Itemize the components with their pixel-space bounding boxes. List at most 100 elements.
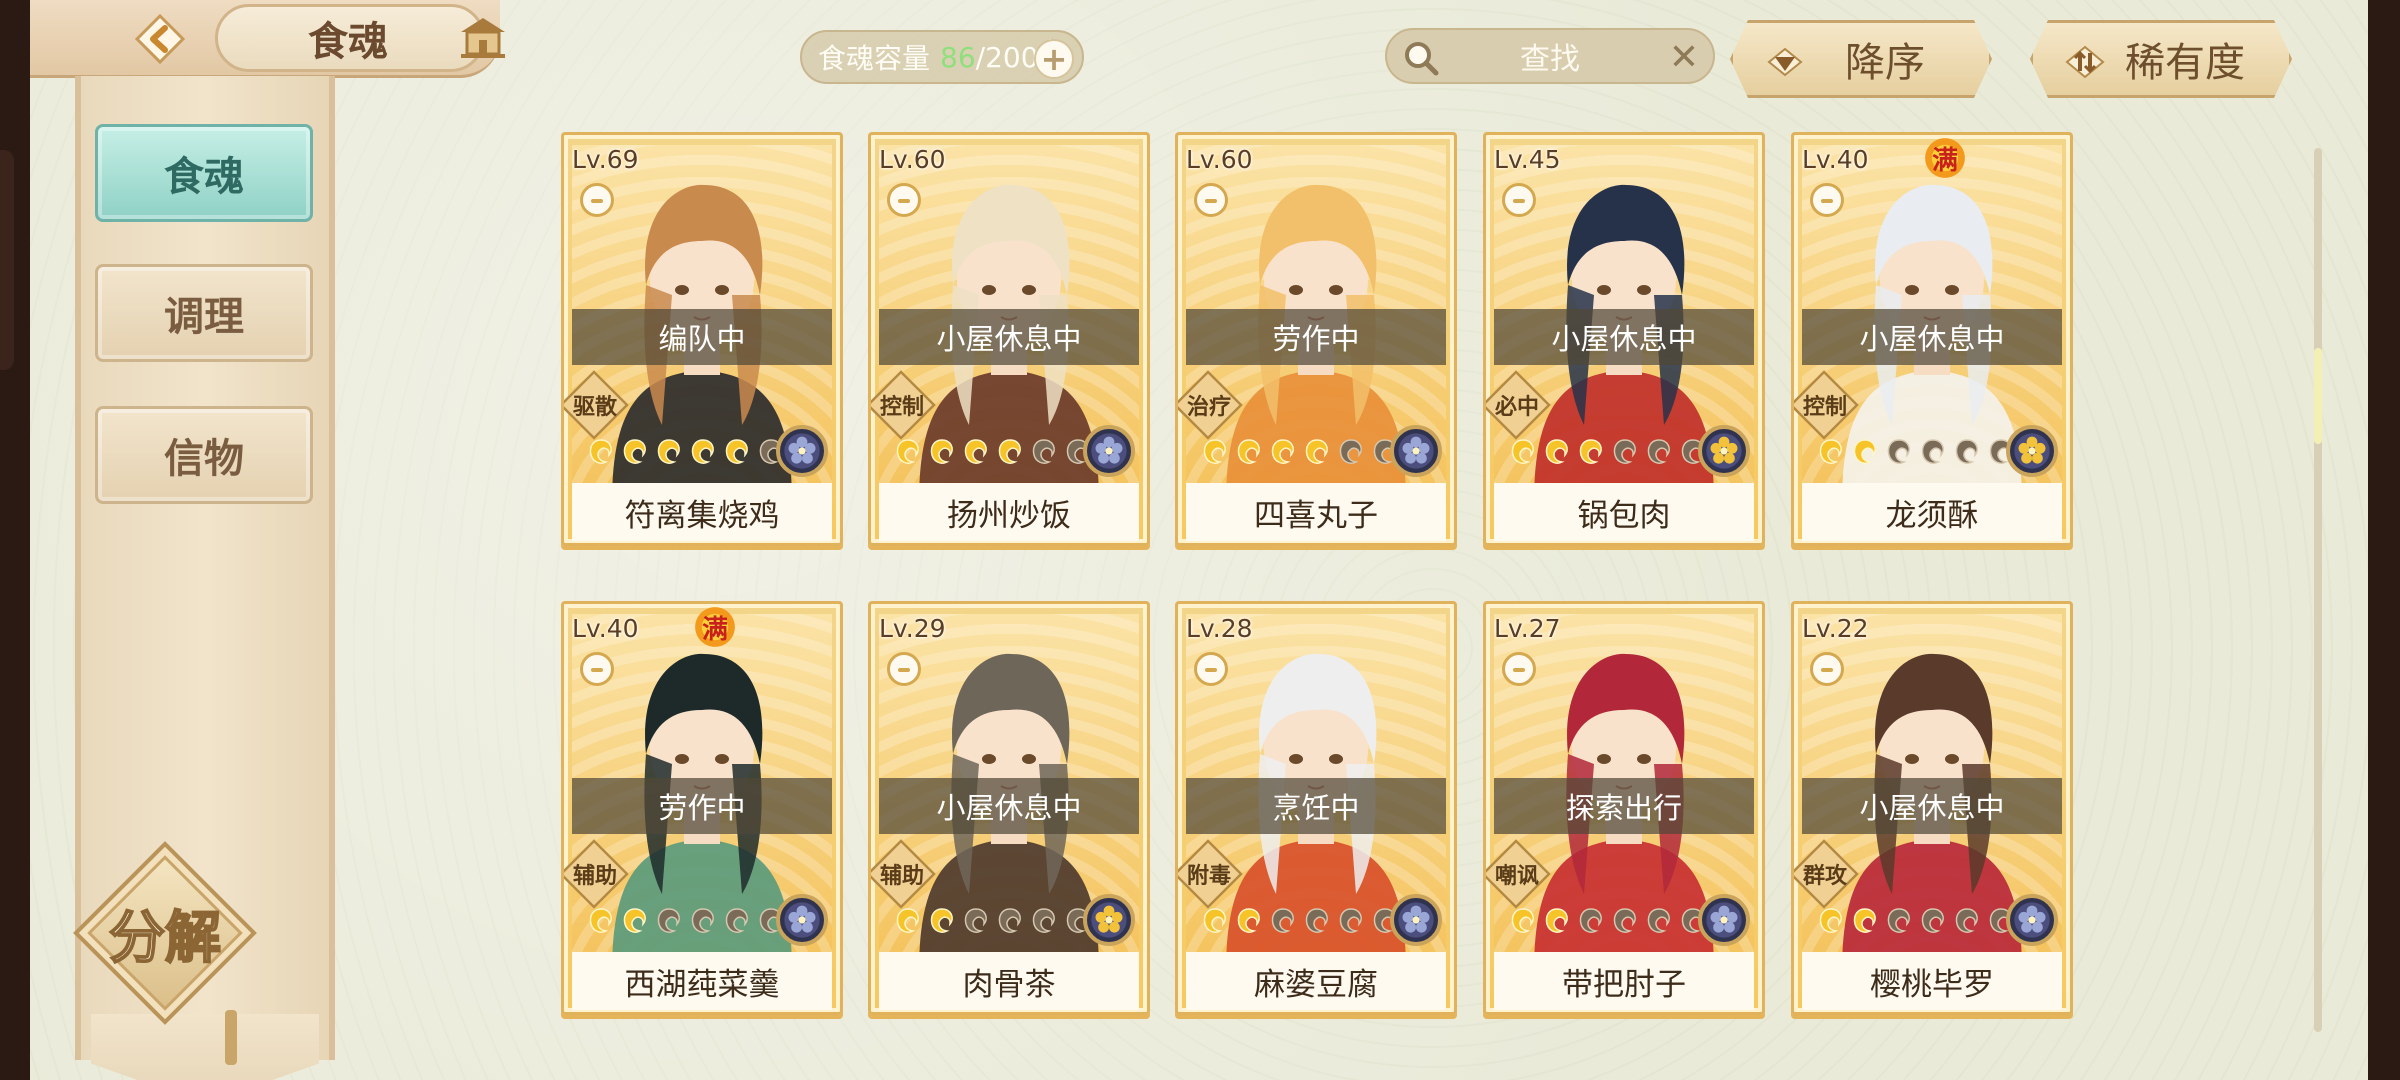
house-icon[interactable] xyxy=(450,12,516,64)
bowl-icon xyxy=(1502,183,1536,217)
star-filled-icon xyxy=(1816,906,1846,936)
capacity-current: 86 xyxy=(940,40,976,74)
star-filled-icon xyxy=(1542,906,1572,936)
star-empty-icon xyxy=(688,906,718,936)
rarity-icon xyxy=(1698,425,1750,477)
sort-by-label: 稀有度 xyxy=(2125,40,2245,86)
star-filled-icon xyxy=(1850,906,1880,936)
status-banner: 探索出行 xyxy=(1494,778,1754,834)
star-filled-icon xyxy=(1850,437,1880,467)
food-soul-card[interactable]: Lv.60 劳作中 治疗 四喜丸子 xyxy=(1175,132,1457,546)
star-rating xyxy=(1508,906,1708,936)
game-screen: 食魂 食魂容量 86 /200 + 查找 ✕ 降序 稀有度 食魂 调理 信物 分… xyxy=(30,0,2368,1080)
level-label: Lv.28 xyxy=(1186,614,1253,643)
capacity-display: 食魂容量 86 /200 + xyxy=(800,30,1084,84)
level-label: Lv.45 xyxy=(1494,145,1561,174)
star-rating xyxy=(1200,906,1400,936)
add-capacity-button[interactable]: + xyxy=(1034,39,1074,79)
scrollbar[interactable] xyxy=(2314,148,2322,1032)
star-empty-icon xyxy=(1576,906,1606,936)
star-empty-icon xyxy=(1336,906,1366,936)
star-empty-icon xyxy=(1884,906,1914,936)
food-soul-name: 带把肘子 xyxy=(1494,952,1754,1010)
star-filled-icon xyxy=(722,437,752,467)
star-empty-icon xyxy=(654,906,684,936)
level-label: Lv.69 xyxy=(572,145,639,174)
star-filled-icon xyxy=(893,906,923,936)
role-label: 必中 xyxy=(1494,395,1539,420)
food-soul-card[interactable]: Lv.69 编队中 驱散 符离集烧鸡 xyxy=(561,132,843,546)
star-filled-icon xyxy=(586,906,616,936)
star-filled-icon xyxy=(1200,906,1230,936)
star-empty-icon xyxy=(1029,437,1059,467)
star-filled-icon xyxy=(620,437,650,467)
star-empty-icon xyxy=(1952,906,1982,936)
food-soul-name: 樱桃毕罗 xyxy=(1802,952,2062,1010)
food-soul-name: 锅包肉 xyxy=(1494,483,1754,541)
rarity-icon xyxy=(2006,425,2058,477)
device-edge-right xyxy=(2368,0,2400,1080)
star-filled-icon xyxy=(1200,437,1230,467)
food-soul-name: 符离集烧鸡 xyxy=(572,483,832,541)
star-rating xyxy=(893,906,1093,936)
tab-recipes[interactable]: 调理 xyxy=(95,264,313,362)
sort-by-button[interactable]: 稀有度 xyxy=(2030,20,2292,98)
role-label: 辅助 xyxy=(572,864,617,889)
star-filled-icon xyxy=(620,906,650,936)
level-label: Lv.22 xyxy=(1802,614,1869,643)
food-soul-card[interactable]: Lv.22 小屋休息中 群攻 樱桃毕罗 xyxy=(1791,601,2073,1015)
rarity-icon xyxy=(1698,894,1750,946)
food-soul-card[interactable]: Lv.45 小屋休息中 必中 锅包肉 xyxy=(1483,132,1765,546)
star-filled-icon xyxy=(1302,437,1332,467)
star-filled-icon xyxy=(1268,437,1298,467)
star-filled-icon xyxy=(1508,437,1538,467)
food-soul-card[interactable]: Lv.29 小屋休息中辅助肉骨茶 xyxy=(868,601,1150,1015)
tab-food-souls[interactable]: 食魂 xyxy=(95,124,313,222)
level-label: Lv.60 xyxy=(1186,145,1253,174)
bowl-icon xyxy=(1810,183,1844,217)
role-label: 附毒 xyxy=(1186,864,1231,889)
sidebar-bottom-tip xyxy=(91,1014,319,1080)
status-banner: 烹饪中 xyxy=(1186,778,1446,834)
tab-tokens[interactable]: 信物 xyxy=(95,406,313,504)
food-soul-card[interactable]: Lv.40 满劳作中 辅助 西湖莼菜羹 xyxy=(561,601,843,1015)
role-label: 治疗 xyxy=(1186,395,1231,420)
level-label: Lv.29 xyxy=(879,614,946,643)
star-filled-icon xyxy=(1508,906,1538,936)
bowl-icon xyxy=(887,183,921,217)
star-rating xyxy=(1816,437,2016,467)
sort-order-button[interactable]: 降序 xyxy=(1730,20,1992,98)
search-input[interactable]: 查找 ✕ xyxy=(1385,28,1715,84)
decompose-button[interactable]: 分解 xyxy=(75,892,255,974)
rarity-icon xyxy=(1390,425,1442,477)
status-banner: 劳作中 xyxy=(572,778,832,834)
role-label: 嘲讽 xyxy=(1494,864,1539,889)
back-button[interactable] xyxy=(120,12,200,66)
star-empty-icon xyxy=(995,906,1025,936)
level-label: Lv.40 xyxy=(1802,145,1869,174)
star-rating xyxy=(586,437,786,467)
status-banner: 小屋休息中 xyxy=(879,778,1139,834)
bowl-icon xyxy=(1194,652,1228,686)
role-label: 辅助 xyxy=(879,864,924,889)
food-soul-card[interactable]: Lv.28 烹饪中 附毒 麻婆豆腐 xyxy=(1175,601,1457,1015)
food-soul-card[interactable]: Lv.40 满小屋休息中 控制 龙须酥 xyxy=(1791,132,2073,546)
star-filled-icon xyxy=(688,437,718,467)
search-placeholder: 查找 xyxy=(1520,42,1580,77)
star-empty-icon xyxy=(1336,437,1366,467)
star-filled-icon xyxy=(654,437,684,467)
food-soul-card[interactable]: Lv.60 小屋休息中 控制 扬州炒饭 xyxy=(868,132,1150,546)
star-empty-icon xyxy=(1610,437,1640,467)
status-banner: 编队中 xyxy=(572,309,832,365)
star-rating xyxy=(1508,437,1708,467)
scrollbar-thumb[interactable] xyxy=(2314,348,2322,444)
clear-search-icon[interactable]: ✕ xyxy=(1669,38,1699,78)
tassel-ornament xyxy=(225,1010,237,1065)
food-soul-card[interactable]: Lv.27 探索出行嘲讽带把肘子 xyxy=(1483,601,1765,1015)
star-filled-icon xyxy=(1234,437,1264,467)
food-soul-name: 肉骨茶 xyxy=(879,952,1139,1010)
bowl-icon xyxy=(1194,183,1228,217)
status-banner: 小屋休息中 xyxy=(1802,309,2062,365)
level-label: Lv.27 xyxy=(1494,614,1561,643)
star-filled-icon xyxy=(586,437,616,467)
